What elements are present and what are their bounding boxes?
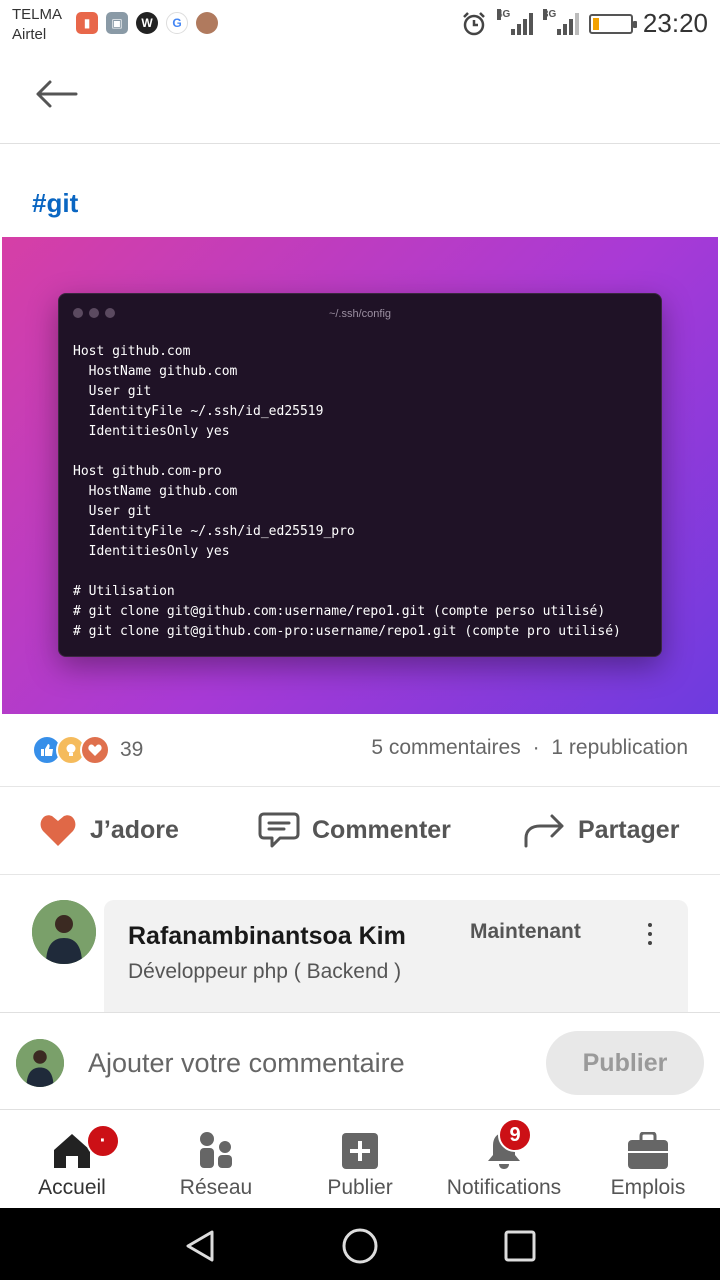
- image-notification-icon: ▣: [106, 12, 128, 34]
- like-button[interactable]: J’adore: [38, 806, 179, 854]
- reposts-count-link[interactable]: 1 republication: [551, 736, 688, 759]
- app-logo-notification-icon: W: [136, 12, 158, 34]
- code-line: # git clone git@github.com-pro:username/…: [73, 624, 621, 639]
- commenter-name[interactable]: Rafanambinantsoa Kim: [128, 922, 406, 951]
- nav-item-jobs[interactable]: Emplois: [576, 1110, 720, 1208]
- square-recents-icon: [504, 1230, 536, 1262]
- reactions-summary[interactable]: 39: [32, 734, 143, 766]
- battery-icon: [588, 13, 637, 34]
- system-back-button[interactable]: [180, 1226, 220, 1266]
- commenter-headline: Développeur php ( Backend ): [128, 960, 402, 983]
- post-image[interactable]: ~/.ssh/config Host github.com HostName g…: [2, 237, 718, 714]
- like-label: J’adore: [90, 815, 179, 844]
- love-reaction-icon: [80, 735, 110, 765]
- app-notification-icon: ▮: [76, 12, 98, 34]
- nav-item-home[interactable]: · Accueil: [0, 1110, 144, 1208]
- nav-label-network: Réseau: [179, 1176, 253, 1199]
- publish-button[interactable]: Publier: [546, 1031, 704, 1095]
- comment-more-options-button[interactable]: [638, 916, 662, 952]
- divider: [0, 874, 720, 875]
- comments-count-link[interactable]: 5 commentaires: [371, 736, 520, 759]
- back-button[interactable]: [28, 72, 84, 116]
- people-icon: [200, 1132, 232, 1168]
- notifications-badge: 9: [498, 1118, 532, 1152]
- carrier-line-1: TELMA: [12, 6, 63, 23]
- hashtag-link[interactable]: #git: [32, 188, 78, 219]
- nav-item-network[interactable]: Réseau: [144, 1110, 288, 1208]
- system-recents-button[interactable]: [500, 1226, 540, 1266]
- divider: [0, 786, 720, 787]
- code-line: HostName github.com: [73, 484, 238, 499]
- signal-3g-icon: 3G: [542, 8, 579, 35]
- code-window-title: ~/.ssh/config: [328, 308, 392, 320]
- code-line: Host github.com: [73, 344, 191, 359]
- code-line: User git: [73, 384, 152, 399]
- person-avatar-icon: [16, 1039, 64, 1087]
- code-line: IdentityFile ~/.ssh/id_ed25519: [73, 404, 324, 419]
- carrier-name: TELMA Airtel: [12, 5, 62, 45]
- code-line: # Utilisation: [73, 584, 175, 599]
- alarm-icon: [463, 11, 485, 35]
- bottom-navigation: · Accueil Réseau Publier 9 Notifications…: [0, 1110, 720, 1208]
- top-app-bar: [0, 52, 720, 144]
- code-line: Host github.com-pro: [73, 464, 222, 479]
- home-badge: ·: [86, 1124, 120, 1158]
- code-content: Host github.com HostName github.com User…: [73, 342, 621, 642]
- briefcase-icon: [628, 1132, 668, 1169]
- comment-timestamp: Maintenant: [470, 920, 581, 943]
- network-type-4g: 4G: [496, 8, 511, 20]
- comment-button[interactable]: Commenter: [258, 806, 451, 854]
- nav-label-post: Publier: [327, 1176, 393, 1199]
- carrier-line-2: Airtel: [12, 26, 47, 43]
- add-post-icon: [342, 1133, 378, 1169]
- code-line: HostName github.com: [73, 364, 238, 379]
- nav-label-notifications: Notifications: [446, 1176, 562, 1199]
- engagement-stats: 5 commentaires · 1 republication: [371, 736, 688, 760]
- status-indicators: 4G 3G 23:20: [461, 8, 708, 39]
- code-window: ~/.ssh/config Host github.com HostName g…: [58, 293, 662, 657]
- nav-item-notifications[interactable]: 9 Notifications: [432, 1110, 576, 1208]
- reaction-count: 39: [120, 738, 144, 761]
- share-label: Partager: [578, 815, 680, 844]
- heart-icon: [40, 815, 76, 846]
- avatar-notification-icon: [196, 12, 218, 34]
- comment-card: Rafanambinantsoa Kim Maintenant Développ…: [104, 900, 688, 1012]
- signal-4g-icon: 4G: [496, 8, 533, 35]
- comment-composer: Publier: [0, 1012, 720, 1110]
- share-button[interactable]: Partager: [522, 806, 679, 854]
- nav-item-post[interactable]: Publier: [288, 1110, 432, 1208]
- code-line: IdentitiesOnly yes: [73, 424, 230, 439]
- code-line: User git: [73, 504, 152, 519]
- share-arrow-icon: [524, 814, 564, 848]
- current-user-avatar: [16, 1039, 64, 1087]
- network-type-3g: 3G: [542, 8, 557, 20]
- nav-label-home: Accueil: [38, 1176, 106, 1199]
- code-line: # git clone git@github.com:username/repo…: [73, 604, 606, 619]
- status-bar: TELMA Airtel ▮ ▣ W G 4G 3G 23:20: [0, 0, 720, 52]
- code-line: IdentitiesOnly yes: [73, 544, 230, 559]
- comment-label: Commenter: [312, 815, 451, 844]
- notification-icons: ▮ ▣ W G: [76, 12, 218, 34]
- stat-separator: ·: [532, 736, 540, 759]
- code-line: IdentityFile ~/.ssh/id_ed25519_pro: [73, 524, 355, 539]
- clock: 23:20: [642, 8, 708, 38]
- system-home-button[interactable]: [340, 1226, 380, 1266]
- commenter-avatar[interactable]: [32, 900, 96, 964]
- circle-home-icon: [342, 1228, 378, 1264]
- google-icon: G: [166, 12, 188, 34]
- comment-icon: [258, 812, 300, 848]
- nav-label-jobs: Emplois: [610, 1176, 686, 1199]
- comment-input[interactable]: [88, 1041, 528, 1085]
- system-navigation-bar: [0, 1208, 720, 1280]
- triangle-back-icon: [186, 1230, 214, 1262]
- person-avatar-icon: [32, 900, 96, 964]
- arrow-left-icon: [36, 80, 78, 108]
